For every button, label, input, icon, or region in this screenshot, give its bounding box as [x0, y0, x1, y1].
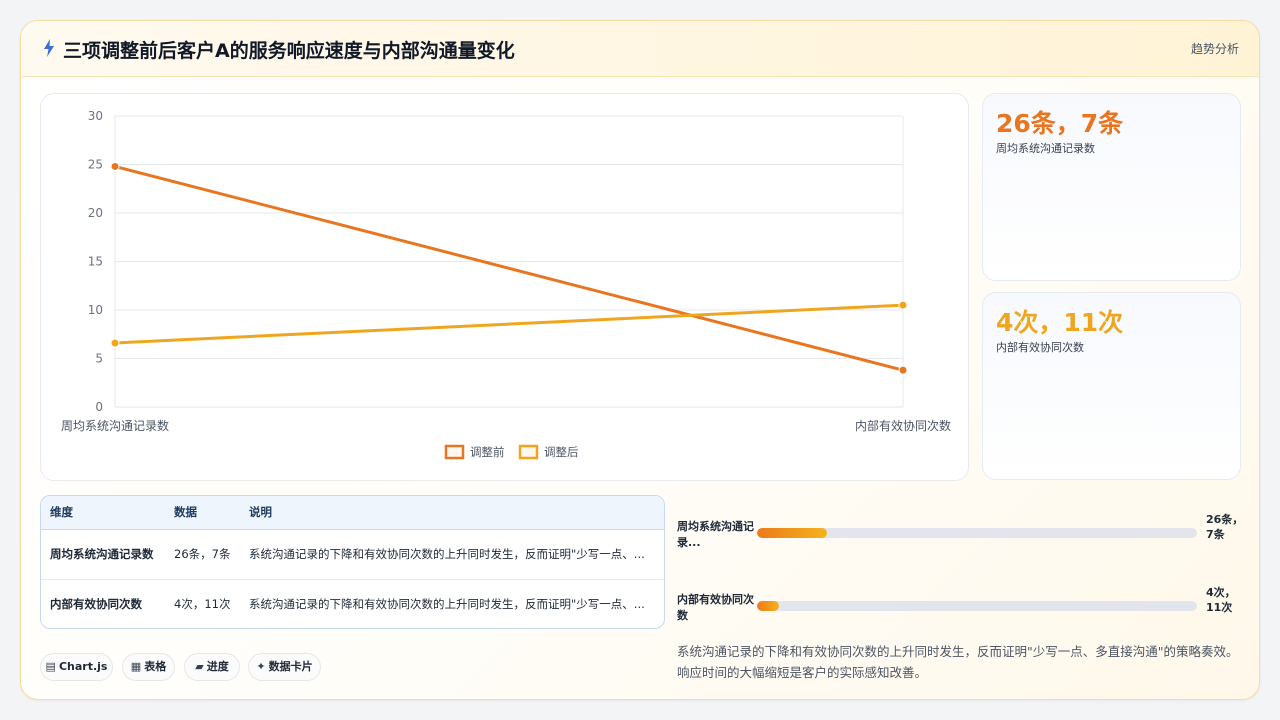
progress-label: 内部有效协同次数 [677, 593, 754, 622]
line-chart: 0 5 10 15 20 25 30 周均系统沟通记录数 内部有效协同次数调整前 调整后 [61, 109, 951, 460]
legend-swatch [518, 444, 539, 460]
data-point [898, 300, 908, 310]
table-row: 内部有效协同次数 4次，11次 系统沟通记录的下降和有效协同次数的上升同时发生，… [41, 579, 664, 628]
chart-icon: ▤ [45, 660, 56, 673]
table-header-row: 维度 数据 说明 [41, 496, 664, 530]
progress-value: 4次，11次 [1206, 586, 1236, 614]
cell-data: 4次，11次 [174, 597, 231, 612]
progress-icon: ▰ [195, 660, 204, 673]
chip-label: Chart.js [58, 660, 108, 673]
y-tick-label: 25 [88, 158, 103, 172]
chip-label: 数据卡片 [268, 660, 313, 673]
summary-text: 系统沟通记录的下降和有效协同次数的上升同时发生，反而证明"少写一点、多直接沟通"… [677, 644, 1239, 680]
chip-datacard[interactable]: ✦ 数据卡片 [248, 653, 321, 681]
y-tick-label: 20 [88, 206, 103, 220]
cell-data: 26条，7条 [165, 529, 240, 580]
progress-fill [757, 601, 779, 611]
legend-swatch [444, 444, 465, 460]
data-point [110, 338, 120, 348]
progress-value: 26条，7条 [1206, 513, 1244, 541]
series-line-1 [113, 164, 905, 372]
chip-label: 进度 [206, 660, 229, 673]
y-tick-label: 5 [95, 352, 103, 366]
progress-track [757, 601, 1197, 611]
data-table: 维度 数据 说明 周均系统沟通记录数 26条，7条 系统沟通记录的下降和有效协同… [40, 495, 665, 629]
chip-table[interactable]: ▦ 表格 [122, 653, 175, 681]
x-tick-label: 内部有效协同次数 [855, 418, 951, 433]
y-tick-label: 30 [88, 109, 103, 123]
kpi-label: 内部有效协同次数 [996, 341, 1084, 354]
header-bar: 三项调整前后客户A的服务响应速度与内部沟通量变化 趋势分析 [21, 21, 1259, 77]
description-text: 系统沟通记录的下降和有效协同次数的上升同时发生，反而证明"少写一点、... [249, 547, 645, 561]
chip-progress[interactable]: ▰ 进度 [184, 653, 240, 681]
y-tick-label: 15 [88, 255, 103, 269]
chip-label: 表格 [144, 660, 167, 673]
x-tick-label: 周均系统沟通记录数 [61, 418, 169, 433]
column-header: 维度 [41, 496, 165, 530]
kpi-value: 26条，7条 [996, 109, 1124, 138]
progress-list: 周均系统沟通记录... 26条，7条 内部有效协同次数 4次，11次 [677, 495, 1247, 635]
progress-row: 内部有效协同次数 4次，11次 [677, 585, 1247, 635]
cell-dimension: 内部有效协同次数 [50, 597, 142, 612]
kpi-card-records: 26条，7条 周均系统沟通记录数 [982, 93, 1241, 281]
cell-description: 系统沟通记录的下降和有效协同次数的上升同时发生，反而证明"少写一点、... [240, 529, 664, 580]
kpi-value: 4次，11次 [996, 308, 1124, 337]
chip-chartjs[interactable]: ▤ Chart.js [40, 653, 113, 681]
data-point [110, 161, 120, 171]
series-line-2 [113, 303, 905, 345]
sparkle-icon: ✦ [256, 660, 266, 673]
table-icon: ▦ [130, 660, 142, 673]
progress-track [757, 528, 1197, 538]
cell-dimension: 周均系统沟通记录数 [41, 529, 165, 580]
description-text: 系统沟通记录的下降和有效协同次数的上升同时发生，反而证明"少写一点、... [249, 597, 645, 612]
line-chart-panel: 0 5 10 15 20 25 30 周均系统沟通记录数 内部有效协同次数调整前 调整后 [40, 93, 969, 481]
column-header: 数据 [165, 496, 240, 530]
lightning-icon [44, 39, 54, 57]
cell-description: 系统沟通记录的下降和有效协同次数的上升同时发生，反而证明"少写一点、... [240, 579, 664, 628]
kpi-label: 周均系统沟通记录数 [996, 142, 1095, 155]
table-row: 周均系统沟通记录数 26条，7条 系统沟通记录的下降和有效协同次数的上升同时发生… [41, 529, 664, 580]
y-tick-label: 0 [95, 400, 103, 414]
analysis-tag: 趋势分析 [1190, 42, 1239, 56]
y-tick-label: 10 [88, 303, 103, 317]
progress-row: 周均系统沟通记录... 26条，7条 [677, 512, 1247, 562]
page-title: 三项调整前后客户A的服务响应速度与内部沟通量变化 [63, 40, 515, 62]
kpi-card-collab: 4次，11次 内部有效协同次数 [982, 292, 1241, 480]
progress-fill [757, 528, 828, 538]
progress-label: 周均系统沟通记录... [677, 520, 754, 549]
column-header: 说明 [240, 496, 664, 530]
data-point [898, 365, 908, 375]
legend-label: 调整后 [544, 445, 579, 459]
legend-label: 调整前 [470, 445, 505, 459]
dashboard-card: 三项调整前后客户A的服务响应速度与内部沟通量变化 趋势分析 0 5 10 15 20 25… [20, 20, 1260, 700]
